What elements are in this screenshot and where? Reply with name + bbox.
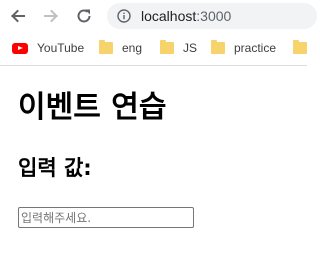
bookmark-folder[interactable] <box>293 39 307 57</box>
input-value-heading: 입력 값: <box>18 156 92 180</box>
forward-button[interactable] <box>40 5 62 27</box>
bookmark-label: eng <box>122 41 143 55</box>
browser-toolbar: localhost:3000 <box>0 0 317 32</box>
page-title: 이벤트 연습 <box>18 90 167 125</box>
folder-icon <box>160 40 174 54</box>
site-info-icon[interactable] <box>117 9 131 23</box>
reload-icon <box>77 9 91 23</box>
youtube-icon <box>12 42 28 54</box>
back-arrow-icon <box>11 9 25 23</box>
folder-icon <box>211 40 225 54</box>
text-input[interactable] <box>18 207 194 228</box>
reload-button[interactable] <box>73 5 95 27</box>
url-port: :3000 <box>196 8 232 24</box>
bookmark-js[interactable]: JS <box>160 39 197 57</box>
bookmark-youtube[interactable]: YouTube <box>12 39 84 57</box>
bookmark-label: JS <box>183 41 198 55</box>
page-content: 이벤트 연습 입력 값: <box>0 66 307 264</box>
bookmark-eng[interactable]: eng <box>99 39 142 57</box>
bookmark-label: practice <box>234 41 277 55</box>
forward-arrow-icon <box>44 9 58 23</box>
address-bar[interactable]: localhost:3000 <box>107 3 317 29</box>
bookmark-practice[interactable]: practice <box>211 39 276 57</box>
back-button[interactable] <box>7 5 29 27</box>
url-text[interactable]: localhost:3000 <box>141 7 231 25</box>
folder-icon <box>293 40 307 54</box>
bookmark-label: YouTube <box>37 41 85 55</box>
bookmarks-bar: YouTube eng JS practice <box>0 34 307 60</box>
folder-icon <box>99 40 113 54</box>
url-host: localhost <box>141 8 197 24</box>
